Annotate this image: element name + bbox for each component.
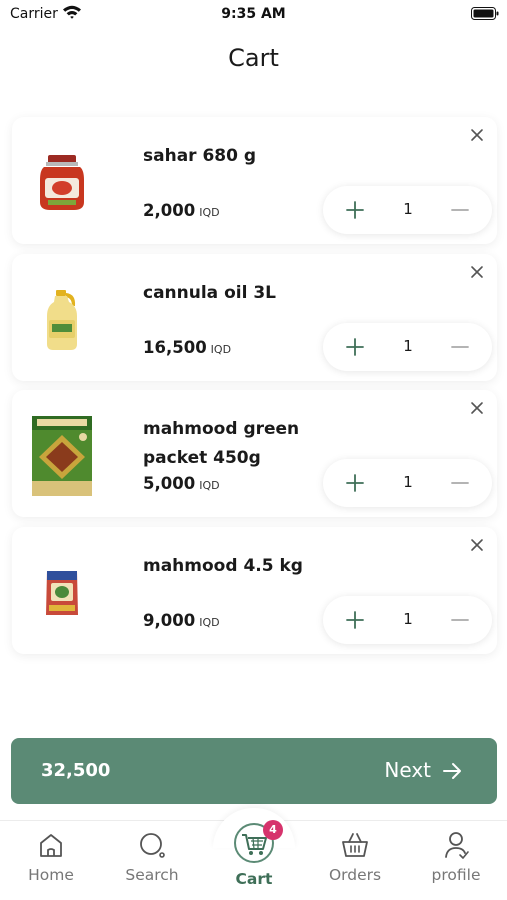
arrow-right-icon — [443, 763, 461, 779]
battery-icon — [471, 7, 499, 20]
product-image-jam-jar — [24, 141, 100, 225]
cart-icon-wrap: 4 — [233, 820, 283, 864]
price-value: 16,500 — [143, 337, 207, 357]
remove-item-icon[interactable] — [469, 264, 485, 280]
quantity-value: 1 — [403, 609, 413, 628]
cart-list: sahar 680 g 2,000 IQD 1 cannula oil 3L 1… — [12, 117, 497, 663]
tab-search[interactable]: Search — [107, 830, 197, 884]
product-image-tea-packet — [24, 414, 100, 498]
next-button[interactable]: 32,500 Next — [11, 738, 497, 804]
quantity-value: 1 — [403, 336, 413, 355]
tab-orders[interactable]: Orders — [310, 830, 400, 884]
product-image-rice-bag — [24, 551, 100, 635]
currency-label: IQD — [199, 615, 220, 629]
tab-label: Orders — [328, 866, 382, 884]
item-name: cannula oil 3L — [143, 282, 276, 303]
minus-icon[interactable] — [450, 473, 470, 493]
price-value: 9,000 — [143, 610, 196, 630]
tab-label: Cart — [235, 870, 273, 888]
minus-icon[interactable] — [450, 200, 470, 220]
tab-profile[interactable]: profile — [411, 830, 501, 884]
cart-item: cannula oil 3L 16,500 IQD 1 — [12, 253, 497, 381]
cart-screen: Carrier 9:35 AM Cart sahar 680 g 2,000 I… — [0, 0, 507, 900]
cart-item: sahar 680 g 2,000 IQD 1 — [12, 117, 497, 244]
page-title: Cart — [228, 44, 279, 72]
cart-count-badge: 4 — [263, 820, 283, 840]
home-icon — [40, 834, 62, 857]
plus-icon[interactable] — [345, 200, 365, 220]
minus-icon[interactable] — [450, 337, 470, 357]
currency-label: IQD — [210, 342, 232, 356]
cart-total: 32,500 — [41, 760, 111, 781]
tab-label: Home — [28, 866, 74, 884]
item-price: 16,500 IQD — [143, 338, 231, 357]
status-bar: Carrier 9:35 AM — [0, 0, 507, 30]
quantity-stepper: 1 — [323, 322, 492, 371]
quantity-stepper: 1 — [323, 459, 492, 507]
currency-label: IQD — [199, 206, 220, 219]
remove-item-icon[interactable] — [469, 400, 485, 416]
plus-icon[interactable] — [345, 337, 365, 357]
quantity-value: 1 — [403, 473, 413, 491]
tab-label: profile — [431, 866, 481, 884]
price-value: 5,000 — [143, 474, 196, 493]
remove-item-icon[interactable] — [469, 127, 485, 143]
currency-label: IQD — [199, 479, 220, 492]
item-price: 5,000 IQD — [143, 474, 220, 493]
item-price: 9,000 IQD — [143, 611, 220, 630]
tab-cart[interactable]: 4 Cart — [209, 820, 299, 888]
plus-icon[interactable] — [345, 610, 365, 630]
remove-item-icon[interactable] — [469, 537, 485, 553]
next-label: Next — [384, 758, 431, 782]
cart-item: mahmood green packet 450g 5,000 IQD 1 — [12, 390, 497, 517]
product-image-oil-bottle — [24, 278, 100, 362]
quantity-value: 1 — [403, 200, 413, 218]
price-value: 2,000 — [143, 201, 196, 220]
minus-icon[interactable] — [450, 610, 470, 630]
plus-icon[interactable] — [345, 473, 365, 493]
tab-label: Search — [125, 866, 179, 884]
quantity-stepper: 1 — [323, 186, 492, 234]
item-name: mahmood green packet 450g — [143, 419, 300, 468]
tab-home[interactable]: Home — [6, 830, 96, 884]
item-price: 2,000 IQD — [143, 201, 220, 220]
cart-item: mahmood 4.5 kg 9,000 IQD 1 — [12, 526, 497, 654]
basket-icon — [342, 833, 368, 857]
profile-icon — [445, 832, 469, 859]
quantity-stepper: 1 — [323, 595, 492, 644]
search-icon — [140, 833, 165, 858]
item-name: mahmood 4.5 kg — [143, 555, 303, 576]
item-name: sahar 680 g — [143, 146, 257, 166]
status-time: 9:35 AM — [221, 6, 286, 22]
